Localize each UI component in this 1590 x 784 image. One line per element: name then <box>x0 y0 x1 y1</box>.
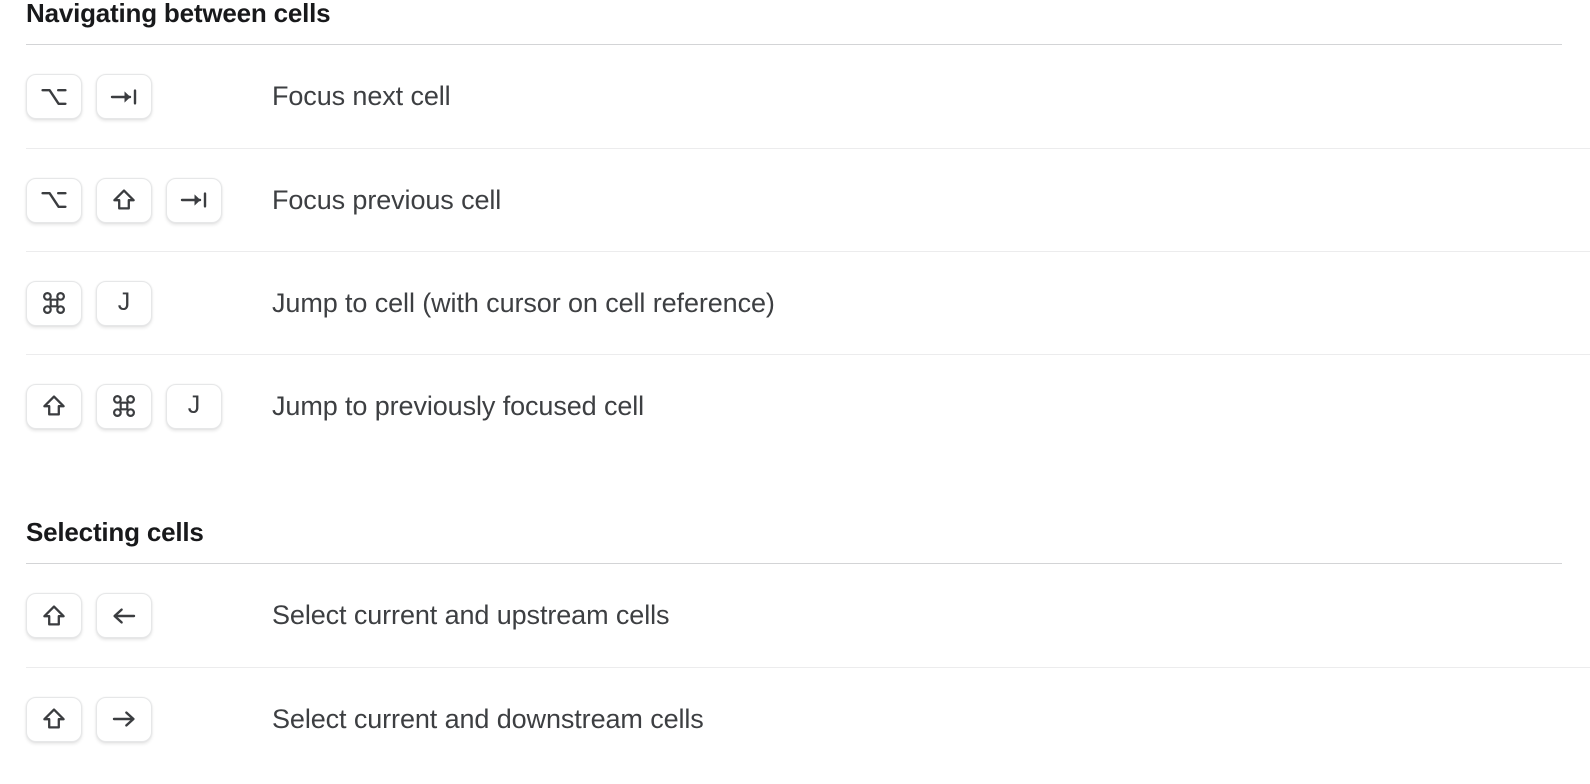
command-key-icon[interactable] <box>96 383 152 429</box>
shift-key-icon[interactable] <box>26 383 82 429</box>
shortcut-row: Focus next cell <box>0 45 1590 148</box>
tab-key-icon[interactable] <box>166 177 222 223</box>
shift-key-icon[interactable] <box>96 177 152 223</box>
arrow-right-key-icon[interactable] <box>96 696 152 742</box>
shortcut-row: Select current and downstream cells <box>26 667 1590 770</box>
shortcut-keys <box>26 177 272 223</box>
shortcut-description: Focus previous cell <box>272 184 502 215</box>
section-navigating-between-cells: Navigating between cells Focus next cell… <box>0 0 1590 457</box>
shortcut-keys: J <box>26 280 272 326</box>
shortcut-row: Select current and upstream cells <box>0 564 1590 667</box>
shift-key-icon[interactable] <box>26 696 82 742</box>
option-key-icon[interactable] <box>26 74 82 119</box>
shortcut-description: Select current and downstream cells <box>272 703 704 734</box>
tab-key-icon[interactable] <box>96 74 152 119</box>
shortcut-keys <box>26 74 272 119</box>
section-selecting-cells: Selecting cells Select current and upstr… <box>0 519 1590 770</box>
shortcut-description: Jump to cell (with cursor on cell refere… <box>272 287 775 318</box>
command-key-icon[interactable] <box>26 280 82 326</box>
shortcut-description: Focus next cell <box>272 81 451 111</box>
shortcut-description: Select current and upstream cells <box>272 600 670 630</box>
shortcut-row: J Jump to cell (with cursor on cell refe… <box>26 251 1590 354</box>
shift-key-icon[interactable] <box>26 593 82 638</box>
shortcut-keys: J <box>26 383 272 429</box>
shortcut-keys <box>26 593 272 638</box>
shortcut-row: Focus previous cell <box>26 148 1590 251</box>
shortcut-row: J Jump to previously focused cell <box>26 354 1590 457</box>
shortcuts-page: Navigating between cells Focus next cell… <box>0 0 1590 784</box>
section-heading: Selecting cells <box>26 517 204 547</box>
arrow-left-key-icon[interactable] <box>96 593 152 638</box>
section-heading: Navigating between cells <box>26 0 331 28</box>
option-key-icon[interactable] <box>26 177 82 223</box>
letter-key-icon[interactable]: J <box>96 280 152 326</box>
shortcut-keys <box>26 696 272 742</box>
shortcut-description: Jump to previously focused cell <box>272 390 645 421</box>
letter-key-icon[interactable]: J <box>166 383 222 429</box>
